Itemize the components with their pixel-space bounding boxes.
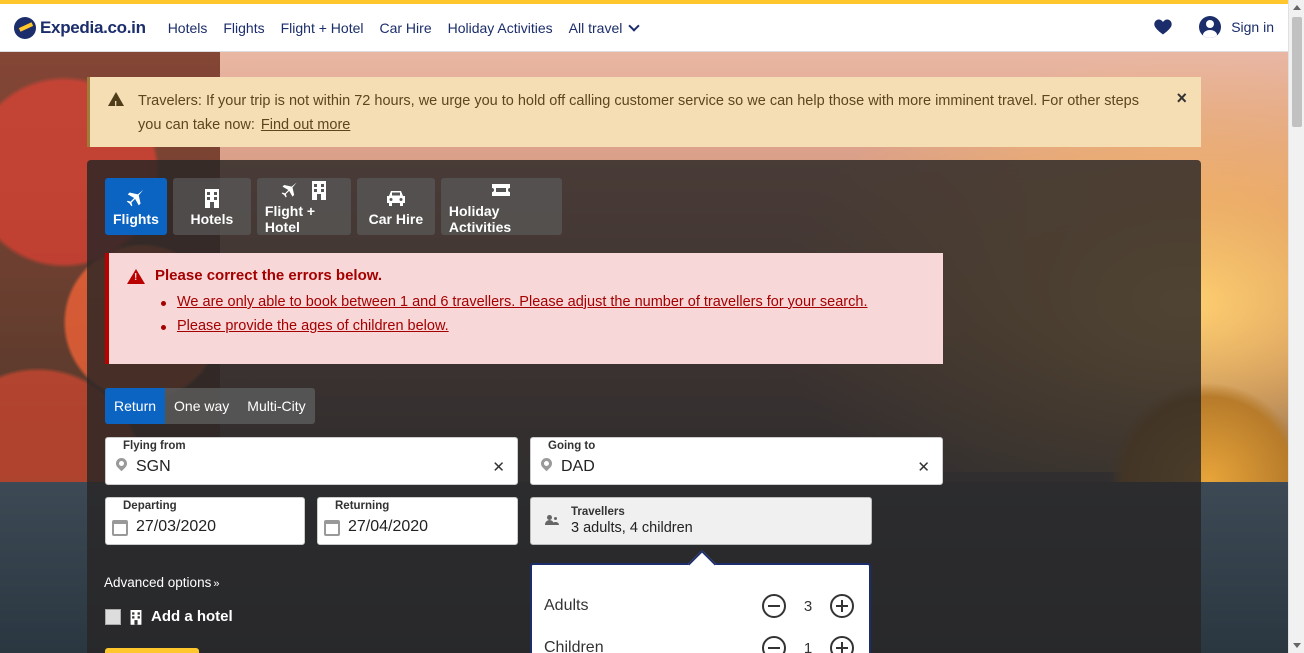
- calendar-icon: [324, 520, 340, 536]
- sign-in-link[interactable]: Sign in: [1231, 19, 1274, 35]
- departing-input[interactable]: 27/03/2020: [136, 518, 216, 536]
- heart-icon[interactable]: [1153, 17, 1173, 37]
- building-icon: [311, 180, 326, 200]
- warning-icon: [108, 92, 124, 118]
- returning-input[interactable]: 27/04/2020: [348, 518, 428, 536]
- travellers-popup: Adults 3 Children 1: [530, 563, 871, 653]
- children-count: 1: [803, 639, 813, 653]
- children-label: Children: [544, 639, 604, 653]
- field-label: Going to: [548, 440, 596, 452]
- double-chevron-down-icon: »: [213, 578, 220, 590]
- calendar-icon: [112, 520, 128, 536]
- travellers-selector[interactable]: Travellers 3 adults, 4 children: [530, 497, 872, 545]
- field-label: Travellers: [571, 506, 625, 518]
- nav-flight-hotel[interactable]: Flight + Hotel: [281, 20, 364, 36]
- tab-label: Holiday Activities: [448, 202, 512, 235]
- returning-field[interactable]: Returning 27/04/2020: [317, 497, 518, 545]
- advanced-options-toggle[interactable]: Advanced options»: [104, 575, 219, 590]
- chevron-down-icon: [628, 19, 641, 32]
- find-out-more-link[interactable]: Find out more: [261, 117, 350, 133]
- decrease-adults-button[interactable]: [762, 594, 786, 618]
- logo-text: Expedia.co.in: [40, 17, 146, 37]
- all-travel-label: All travel: [568, 19, 623, 36]
- tab-flight-hotel[interactable]: Flight + Hotel: [256, 178, 351, 235]
- error-warning-icon: [127, 269, 145, 284]
- location-pin-icon: [538, 455, 555, 472]
- nav-holiday-activities[interactable]: Holiday Activities: [448, 20, 553, 36]
- advanced-options-label: Advanced options: [104, 575, 212, 590]
- nav-all-travel[interactable]: All travel: [568, 19, 641, 36]
- nav-hotels[interactable]: Hotels: [168, 20, 208, 36]
- car-icon: [386, 190, 405, 206]
- trip-type-toggle: Return One way Multi-City: [105, 388, 315, 424]
- close-icon[interactable]: ×: [1176, 86, 1187, 110]
- tab-holiday-activities[interactable]: Holiday Activities: [440, 178, 562, 235]
- increase-adults-button[interactable]: [830, 594, 854, 618]
- account-icon[interactable]: [1199, 16, 1222, 38]
- top-navigation-bar: Expedia.co.in Hotels Flights Flight + Ho…: [0, 0, 1288, 52]
- adults-count: 3: [803, 597, 813, 615]
- tab-label: Car Hire: [368, 210, 424, 227]
- tab-flights[interactable]: Flights: [105, 178, 167, 235]
- plane-icon: [281, 182, 298, 197]
- clear-icon[interactable]: ✕: [492, 458, 505, 476]
- trip-type-multi-city[interactable]: Multi-City: [238, 388, 314, 424]
- clear-icon[interactable]: ✕: [917, 458, 930, 476]
- building-icon: [204, 188, 219, 208]
- field-label: Flying from: [123, 440, 186, 452]
- location-pin-icon: [113, 455, 130, 472]
- decrease-children-button[interactable]: [762, 636, 786, 653]
- going-to-field[interactable]: Going to DAD ✕: [530, 437, 943, 485]
- trip-type-one-way[interactable]: One way: [165, 388, 238, 424]
- trip-type-return[interactable]: Return: [105, 388, 166, 424]
- add-hotel-label: Add a hotel: [151, 608, 233, 625]
- building-icon: [130, 609, 142, 625]
- travellers-value: 3 adults, 4 children: [571, 520, 693, 536]
- expedia-logo[interactable]: Expedia.co.in: [14, 16, 146, 39]
- tab-car-hire[interactable]: Car Hire: [356, 178, 435, 235]
- main-nav: Hotels Flights Flight + Hotel Car Hire H…: [160, 20, 647, 36]
- logo-icon: [14, 16, 36, 39]
- scroll-down-arrow-icon[interactable]: [1293, 643, 1301, 648]
- page-scrollbar[interactable]: [1288, 0, 1304, 653]
- tab-hotels[interactable]: Hotels: [172, 178, 251, 235]
- scroll-thumb[interactable]: [1292, 17, 1302, 127]
- search-button[interactable]: [105, 648, 199, 653]
- nav-car-hire[interactable]: Car Hire: [379, 20, 431, 36]
- tab-label: Hotels: [190, 210, 234, 227]
- adults-label: Adults: [544, 597, 589, 614]
- children-row: Children 1: [544, 633, 854, 653]
- field-label: Returning: [335, 500, 390, 512]
- plane-icon: [126, 189, 145, 206]
- add-hotel-option[interactable]: Add a hotel: [105, 608, 233, 625]
- going-to-input[interactable]: DAD: [561, 458, 595, 476]
- error-item-children-ages[interactable]: Please provide the ages of children belo…: [161, 318, 943, 334]
- nav-flights[interactable]: Flights: [223, 20, 264, 36]
- tab-label: Flight + Hotel: [264, 202, 316, 235]
- adults-row: Adults 3: [544, 591, 854, 621]
- error-list: We are only able to book between 1 and 6…: [161, 294, 943, 334]
- error-title: Please correct the errors below.: [155, 267, 383, 284]
- tab-label: Flights: [113, 210, 159, 227]
- add-hotel-checkbox[interactable]: [105, 608, 121, 625]
- field-label: Departing: [123, 500, 177, 512]
- flying-from-input[interactable]: SGN: [136, 458, 171, 476]
- ticket-icon: [492, 183, 511, 196]
- scroll-up-arrow-icon[interactable]: [1293, 5, 1301, 10]
- search-tabs: Flights Hotels Flight + Hotel Car Hire H…: [105, 178, 568, 235]
- departing-field[interactable]: Departing 27/03/2020: [105, 497, 305, 545]
- people-icon: [545, 515, 559, 525]
- increase-children-button[interactable]: [830, 636, 854, 653]
- travel-advisory-banner: Travelers: If your trip is not within 72…: [87, 77, 1201, 147]
- search-panel: Flights Hotels Flight + Hotel Car Hire H…: [87, 160, 1201, 653]
- flying-from-field[interactable]: Flying from SGN ✕: [105, 437, 518, 485]
- error-item-travellers[interactable]: We are only able to book between 1 and 6…: [161, 294, 943, 310]
- error-message-box: Please correct the errors below. We are …: [105, 253, 943, 364]
